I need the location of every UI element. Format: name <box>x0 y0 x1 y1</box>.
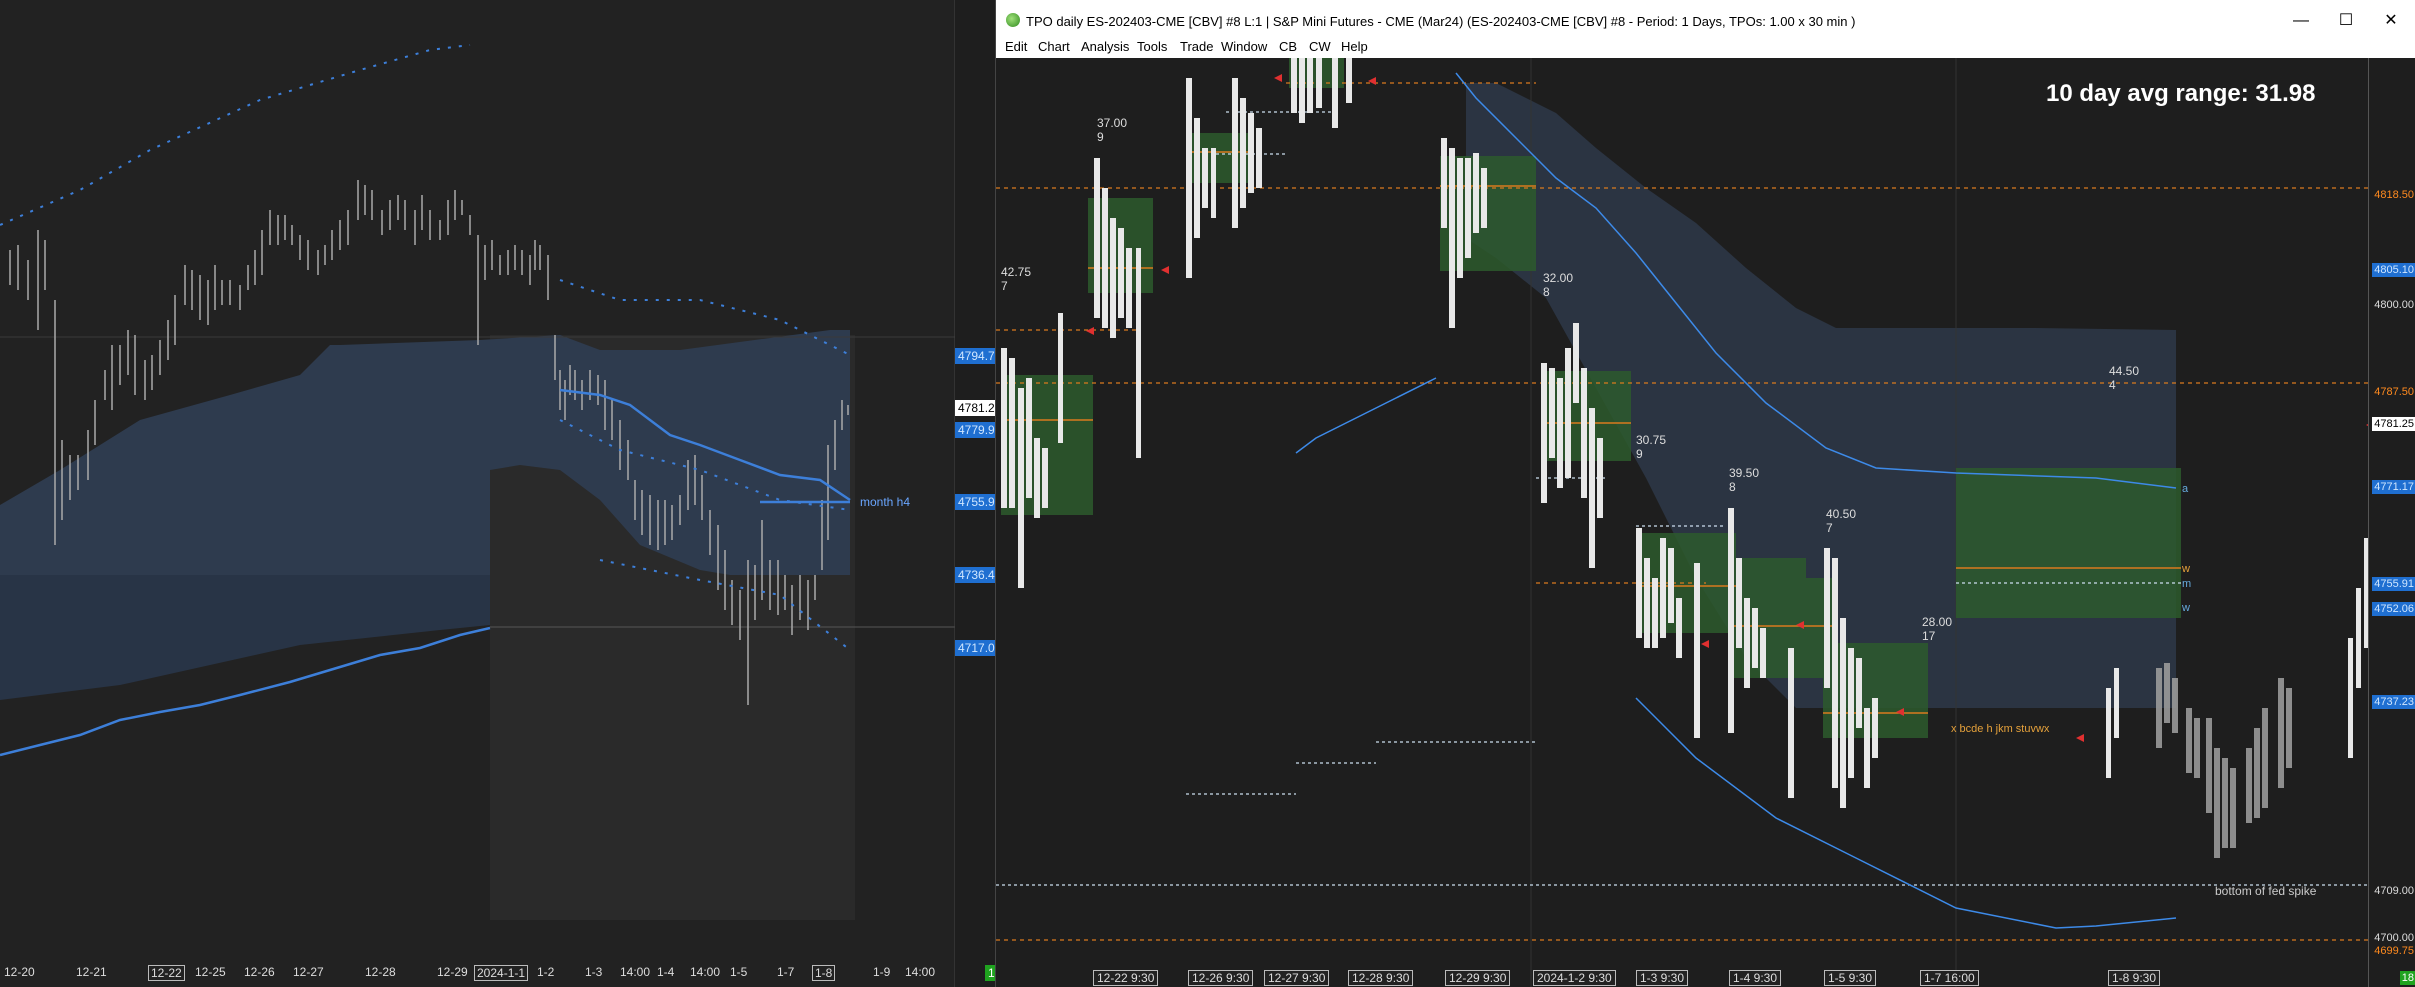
price-tag-4699: 4699.75 <box>2374 945 2414 957</box>
x-label: 1-4 9:30 <box>1729 970 1782 986</box>
x-label: 12-28 9:30 <box>1348 970 1414 986</box>
x-label: 1-8 9:30 <box>2108 970 2161 986</box>
range-annotation-3: 32.00 8 <box>1543 271 1574 299</box>
x-label: 12-26 <box>244 965 275 979</box>
menu-trade[interactable]: Trade <box>1180 39 1213 54</box>
x-label: 2024-1-2 9:30 <box>1533 970 1616 986</box>
menu-edit[interactable]: Edit <box>1005 39 1027 54</box>
price-axis[interactable]: 4818.50 4805.10 4800.00 4787.50 4781.25 … <box>2368 58 2415 987</box>
app-icon <box>1006 13 1020 27</box>
price-tag-4787: 4787.50 <box>2374 386 2414 398</box>
range-annotation-2: 37.00 9 <box>1097 116 1128 144</box>
x-label: 12-29 <box>437 965 468 979</box>
x-label: 1-9 <box>873 965 891 979</box>
level-letter: a <box>2182 483 2189 495</box>
level-letter: m <box>2182 578 2192 590</box>
x-label: 12-27 9:30 <box>1264 970 1330 986</box>
price-tag-4781: 4781.25 <box>2372 417 2415 431</box>
x-label: 1-3 <box>585 965 603 979</box>
price-tag-4700: 4700.00 <box>2374 932 2414 944</box>
x-label: 12-27 <box>293 965 324 979</box>
menu-chart[interactable]: Chart <box>1038 39 1070 54</box>
x-label: 12-22 <box>148 965 185 981</box>
price-tag-4709: 4709.00 <box>2374 885 2414 897</box>
x-label: 14:00 <box>905 965 936 979</box>
x-label: 14:00 <box>690 965 721 979</box>
range-annotation-7: 28.00 17 <box>1922 615 1953 643</box>
maximize-button[interactable]: ☐ <box>2326 8 2366 34</box>
price-tag-4736: 4736.4 <box>955 567 998 583</box>
x-label: 1-8 <box>812 965 836 981</box>
menu-cw[interactable]: CW <box>1309 39 1331 54</box>
menu-analysis[interactable]: Analysis <box>1081 39 1129 54</box>
price-tag-4779: 4779.9 <box>955 422 998 438</box>
tpo-chart-canvas <box>996 58 2368 987</box>
x-label: 1-2 <box>537 965 555 979</box>
menu-bar: Edit Chart Analysis Tools Trade Window C… <box>996 36 2415 58</box>
x-label: 1-3 9:30 <box>1636 970 1689 986</box>
x-label: 12-21 <box>76 965 107 979</box>
avg-range-label: 10 day avg range: 31.98 <box>2046 80 2316 107</box>
x-label: 12-28 <box>365 965 396 979</box>
level-letter: w <box>2182 563 2190 575</box>
x-label: 1-5 <box>730 965 748 979</box>
x-label: 12-29 9:30 <box>1445 970 1511 986</box>
price-tag-4771: 4771.17 <box>2372 480 2415 494</box>
x-label: 1-7 16:00 <box>1920 970 1979 986</box>
tpo-chart-window[interactable]: TPO daily ES-202403-CME [CBV] #8 L:1 | S… <box>995 0 2415 987</box>
price-tag-4818: 4818.50 <box>2374 189 2414 201</box>
green-marker: 18 <box>2399 971 2415 985</box>
x-label: 12-25 <box>195 965 226 979</box>
range-annotation-4: 30.75 9 <box>1636 433 1667 461</box>
price-tag-4755: 4755.91 <box>2372 577 2415 591</box>
left-candlestick-chart[interactable]: 4794.7 4781.25 4779.9 4755.91 4736.4 471… <box>0 0 1005 987</box>
menu-cb[interactable]: CB <box>1279 39 1297 54</box>
left-chart-canvas <box>0 0 955 987</box>
x-label: 2024-1-1 <box>474 965 529 981</box>
price-tag-4717: 4717.0 <box>955 640 998 656</box>
range-annotation-5: 39.50 8 <box>1729 466 1760 494</box>
price-tag-4752: 4752.06 <box>2372 602 2415 616</box>
price-tag-4794: 4794.7 <box>955 348 998 364</box>
x-label: 1-5 9:30 <box>1824 970 1877 986</box>
x-label: 1-7 <box>777 965 795 979</box>
menu-help[interactable]: Help <box>1341 39 1368 54</box>
price-tag-4800: 4800.00 <box>2374 299 2414 311</box>
overlay-letters: x bcde h jkm stuvwx <box>1951 723 2050 735</box>
window-title: TPO daily ES-202403-CME [CBV] #8 L:1 | S… <box>1026 14 1856 29</box>
x-label: 12-26 9:30 <box>1188 970 1254 986</box>
x-label: 12-22 9:30 <box>1093 970 1159 986</box>
x-label: 12-20 <box>4 965 35 979</box>
minimize-button[interactable]: — <box>2281 8 2321 34</box>
price-tag-4737: 4737.23 <box>2372 695 2415 709</box>
month-h4-label: month h4 <box>860 495 911 509</box>
menu-window[interactable]: Window <box>1221 39 1267 54</box>
x-label: 14:00 <box>620 965 651 979</box>
range-annotation-6: 40.50 7 <box>1826 507 1857 535</box>
menu-tools[interactable]: Tools <box>1137 39 1167 54</box>
x-label: 1-4 <box>657 965 675 979</box>
tpo-chart-area[interactable]: 10 day avg range: 31.98 42.75 7 37.00 9 32… <box>996 58 2368 987</box>
range-annotation-1: 42.75 7 <box>1001 265 1032 293</box>
fed-spike-label: bottom of fed spike <box>2215 884 2317 898</box>
level-letter: w <box>2182 602 2190 614</box>
range-annotation-8: 44.50 4 <box>2109 364 2140 392</box>
close-button[interactable]: ✕ <box>2371 8 2411 34</box>
price-tag-4805: 4805.10 <box>2372 263 2415 277</box>
